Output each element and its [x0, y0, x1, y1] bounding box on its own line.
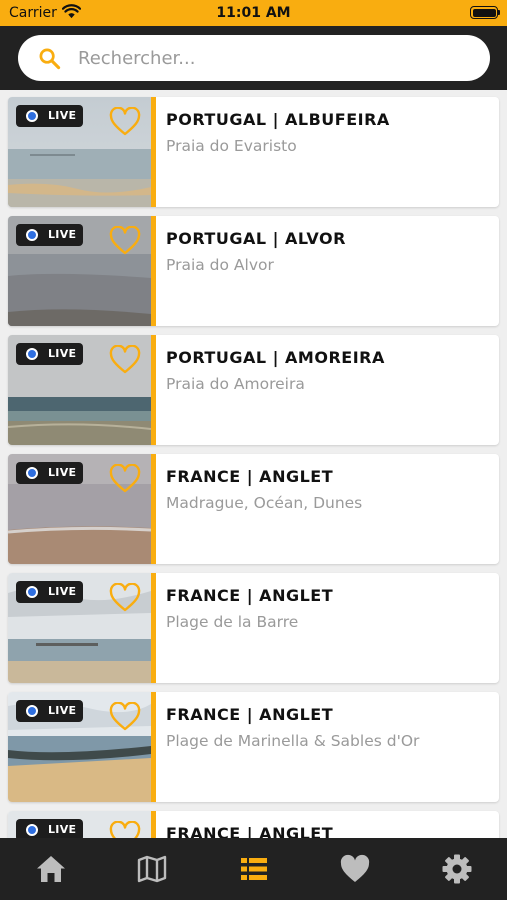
- live-badge: LIVE: [16, 343, 83, 365]
- status-bar: Carrier 11:01 AM: [0, 0, 507, 26]
- accent-bar: [151, 97, 156, 207]
- webcam-title: FRANCE | ANGLET: [166, 586, 334, 605]
- tab-favorites[interactable]: [304, 838, 405, 900]
- webcam-subtitle: Praia do Alvor: [166, 256, 274, 274]
- webcam-card[interactable]: LIVE FRANCE | ANGLET Plage de la Barre: [8, 573, 499, 683]
- tab-map[interactable]: [101, 838, 202, 900]
- home-icon: [37, 856, 65, 882]
- live-dot-icon: [26, 824, 38, 836]
- tab-settings[interactable]: [406, 838, 507, 900]
- search-icon: [39, 48, 61, 70]
- webcam-card[interactable]: LIVE PORTUGAL | AMOREIRA Praia do Amorei…: [8, 335, 499, 445]
- favorite-heart-icon[interactable]: [109, 702, 141, 732]
- heart-icon: [341, 854, 370, 882]
- live-badge: LIVE: [16, 462, 83, 484]
- accent-bar: [151, 573, 156, 683]
- webcam-subtitle: Plage de la Barre: [166, 613, 299, 631]
- live-dot-icon: [26, 110, 38, 122]
- live-dot-icon: [26, 348, 38, 360]
- favorite-heart-icon[interactable]: [109, 226, 141, 256]
- bottom-tab-bar: [0, 838, 507, 900]
- favorite-heart-icon[interactable]: [109, 821, 141, 838]
- webcam-list[interactable]: LIVE PORTUGAL | ALBUFEIRA Praia do Evari…: [0, 90, 507, 838]
- webcam-subtitle: Madrague, Océan, Dunes: [166, 494, 363, 512]
- webcam-subtitle: Praia do Amoreira: [166, 375, 305, 393]
- live-badge: LIVE: [16, 819, 83, 838]
- webcam-title: FRANCE | ANGLET: [166, 824, 334, 838]
- search-bar[interactable]: [18, 35, 490, 81]
- accent-bar: [151, 454, 156, 564]
- map-icon: [138, 855, 167, 883]
- gear-icon: [442, 854, 472, 884]
- favorite-heart-icon[interactable]: [109, 345, 141, 375]
- favorite-heart-icon[interactable]: [109, 107, 141, 137]
- live-badge: LIVE: [16, 224, 83, 246]
- webcam-card[interactable]: LIVE PORTUGAL | ALBUFEIRA Praia do Evari…: [8, 97, 499, 207]
- webcam-card[interactable]: LIVE FRANCE | ANGLET Plage de Marinella …: [8, 692, 499, 802]
- live-badge: LIVE: [16, 105, 83, 127]
- tab-list[interactable]: [203, 838, 304, 900]
- webcam-title: FRANCE | ANGLET: [166, 705, 334, 724]
- live-dot-icon: [26, 467, 38, 479]
- live-dot-icon: [26, 705, 38, 717]
- favorite-heart-icon[interactable]: [109, 464, 141, 494]
- webcam-title: FRANCE | ANGLET: [166, 467, 334, 486]
- list-icon: [240, 858, 267, 880]
- live-badge: LIVE: [16, 581, 83, 603]
- webcam-card[interactable]: LIVE PORTUGAL | ALVOR Praia do Alvor: [8, 216, 499, 326]
- favorite-heart-icon[interactable]: [109, 583, 141, 613]
- live-dot-icon: [26, 586, 38, 598]
- search-input[interactable]: [78, 35, 478, 81]
- live-badge: LIVE: [16, 700, 83, 722]
- live-dot-icon: [26, 229, 38, 241]
- clock: 11:01 AM: [216, 5, 291, 21]
- search-header: [0, 26, 507, 90]
- webcam-card[interactable]: LIVE FRANCE | ANGLET: [8, 811, 499, 838]
- accent-bar: [151, 811, 156, 838]
- accent-bar: [151, 335, 156, 445]
- accent-bar: [151, 216, 156, 326]
- webcam-title: PORTUGAL | ALVOR: [166, 229, 346, 248]
- accent-bar: [151, 692, 156, 802]
- webcam-card[interactable]: LIVE FRANCE | ANGLET Madrague, Océan, Du…: [8, 454, 499, 564]
- webcam-title: PORTUGAL | ALBUFEIRA: [166, 110, 390, 129]
- tab-home[interactable]: [0, 838, 101, 900]
- battery-icon: [470, 6, 500, 19]
- webcam-title: PORTUGAL | AMOREIRA: [166, 348, 385, 367]
- webcam-subtitle: Praia do Evaristo: [166, 137, 297, 155]
- webcam-subtitle: Plage de Marinella & Sables d'Or: [166, 732, 420, 750]
